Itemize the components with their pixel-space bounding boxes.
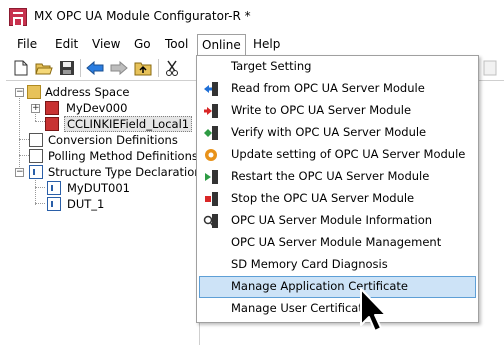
menu-item-module-management[interactable]: OPC UA Server Module Management [199,232,476,254]
tree-label: DUT_1 [67,197,105,211]
open-folder-icon[interactable] [35,59,53,77]
menu-item-module-information[interactable]: OPC UA Server Module Information [199,210,476,232]
verify-module-icon [203,125,219,141]
project-tree: − Address Space + MyDev000 CCLINKIEField… [6,80,208,345]
menu-item-label: Read from OPC UA Server Module [231,81,425,95]
tree-node-conversion-definitions[interactable]: Conversion Definitions [6,132,196,148]
menu-item-label: Write to OPC UA Server Module [231,103,412,117]
up-folder-icon[interactable] [134,59,152,77]
read-from-module-icon [203,81,219,97]
tree-node-dut-1[interactable]: DUT_1 [6,196,196,212]
expand-icon[interactable]: + [31,104,40,113]
menu-online[interactable]: Online [197,34,246,56]
conversion-icon [29,133,43,147]
tree-label: Structure Type Declarations [48,165,208,179]
update-setting-icon [203,147,219,163]
structure-icon [47,181,61,195]
menu-item-manage-application-certificate[interactable]: Manage Application Certificate [199,276,476,298]
address-space-icon [27,85,41,99]
menu-view[interactable]: View [92,34,120,56]
tree-node-address-space[interactable]: − Address Space [6,84,196,100]
structure-icon [47,197,61,211]
app-icon [9,8,27,27]
tree-label: Conversion Definitions [48,133,178,147]
tree-node-mydev000[interactable]: + MyDev000 [6,100,196,116]
tree-label: Address Space [45,85,130,99]
menu-item-label: Restart the OPC UA Server Module [231,169,430,183]
cut-icon[interactable] [163,59,181,77]
new-file-icon[interactable] [12,59,30,77]
menu-item-label: Verify with OPC UA Server Module [231,125,427,139]
tree-node-cclinkie-field[interactable]: CCLINKIEField_Local1 [6,116,196,132]
back-arrow-icon[interactable] [86,59,104,77]
menu-file[interactable]: File [17,34,37,56]
tree-label: CCLINKIEField_Local1 [64,116,193,132]
tree-node-polling-method-definitions[interactable]: Polling Method Definitions [6,148,198,164]
tree-label: MyDev000 [66,101,128,115]
title-bar: MX OPC UA Module Configurator-R * [0,0,504,34]
menu-item-sd-card-diagnosis[interactable]: SD Memory Card Diagnosis [199,254,476,276]
save-icon[interactable] [58,59,76,77]
menu-item-restart-module[interactable]: Restart the OPC UA Server Module [199,166,476,188]
stop-module-icon [203,191,219,207]
polling-icon [29,149,43,163]
menu-item-label: OPC UA Server Module Management [231,235,442,249]
menu-item-stop-module[interactable]: Stop the OPC UA Server Module [199,188,476,210]
collapse-icon[interactable]: − [15,168,24,177]
menu-item-target-setting[interactable]: Target Setting [199,56,476,78]
structure-icon [29,165,43,179]
menu-item-label: OPC UA Server Module Information [231,213,433,227]
module-information-icon [203,213,219,229]
menu-item-manage-user-certificate[interactable]: Manage User Certificate [199,298,476,320]
window-title: MX OPC UA Module Configurator-R * [34,9,251,23]
mouse-cursor-icon [360,288,387,332]
menu-item-label: Target Setting [231,59,312,73]
menu-item-label: SD Memory Card Diagnosis [231,257,388,271]
tree-label: MyDUT001 [67,181,130,195]
device-icon [45,101,59,115]
restart-module-icon [203,169,219,185]
collapse-icon[interactable]: − [15,88,24,97]
menu-item-label: Update setting of OPC UA Server Module [231,147,466,161]
menu-item-label: Manage User Certificate [231,301,370,315]
menu-go[interactable]: Go [134,34,151,56]
menu-item-read-from-module[interactable]: Read from OPC UA Server Module [199,78,476,100]
online-menu-dropdown: Target Setting Read from OPC UA Server M… [196,55,479,323]
menu-item-label: Stop the OPC UA Server Module [231,191,415,205]
menu-edit[interactable]: Edit [55,34,78,56]
tree-label: Polling Method Definitions [48,149,198,163]
menu-tool[interactable]: Tool [165,34,188,56]
tree-node-mydut001[interactable]: MyDUT001 [6,180,196,196]
menu-item-write-to-module[interactable]: Write to OPC UA Server Module [199,100,476,122]
forward-arrow-icon[interactable] [110,59,128,77]
disabled-toolbar-icon [481,59,499,77]
menu-item-verify-module[interactable]: Verify with OPC UA Server Module [199,122,476,144]
device-icon [45,117,59,131]
menu-help[interactable]: Help [253,34,280,56]
menu-bar: File Edit View Go Tool Online Help [0,34,504,56]
menu-item-update-setting[interactable]: Update setting of OPC UA Server Module [199,144,476,166]
tree-node-structure-type-declarations[interactable]: − Structure Type Declarations [6,164,208,180]
write-to-module-icon [203,103,219,119]
